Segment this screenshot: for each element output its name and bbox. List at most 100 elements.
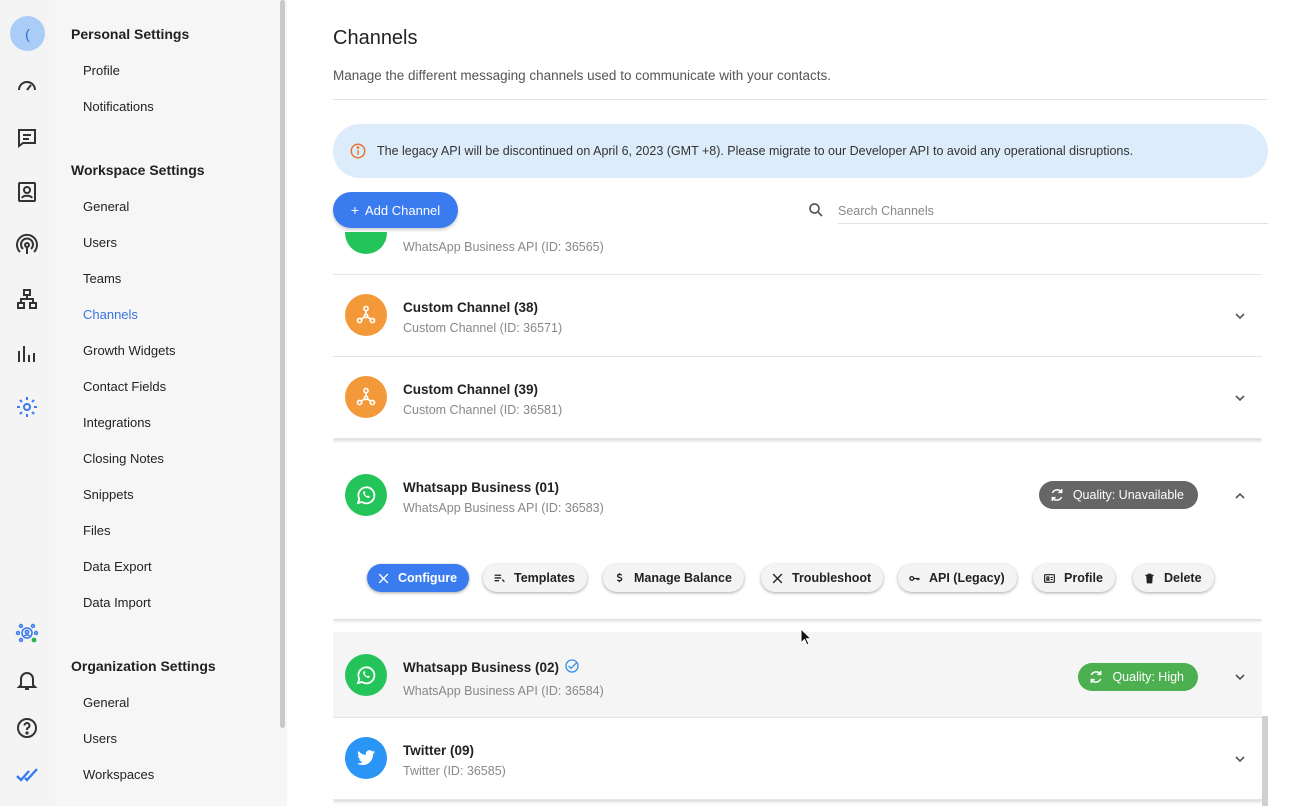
- reports-icon[interactable]: [12, 339, 42, 369]
- refresh-icon: [1091, 671, 1102, 683]
- delete-button[interactable]: Delete: [1133, 564, 1214, 592]
- workflow-icon[interactable]: [12, 284, 42, 314]
- nav-item-contact-fields[interactable]: Contact Fields: [83, 379, 166, 394]
- add-channel-button[interactable]: + Add Channel: [333, 192, 458, 228]
- dashboard-icon[interactable]: [12, 70, 42, 100]
- chat-icon[interactable]: [12, 123, 42, 153]
- plus-icon: +: [350, 202, 359, 218]
- nav-item-growth-widgets[interactable]: Growth Widgets: [83, 343, 175, 358]
- nav-item-profile[interactable]: Profile: [83, 63, 120, 78]
- nav-item-teams[interactable]: Teams: [83, 271, 121, 286]
- nav-item-files[interactable]: Files: [83, 523, 110, 538]
- channel-list: WhatsApp Business API (ID: 36565) Custom…: [333, 232, 1262, 806]
- personal-settings-title: Personal Settings: [71, 26, 190, 42]
- custom-channel-icon: [345, 376, 387, 418]
- search-bar: [805, 196, 1270, 224]
- channel-name: Custom Channel (38): [403, 300, 539, 315]
- channel-name: Whatsapp Business (02): [403, 660, 560, 675]
- search-input[interactable]: [838, 198, 1268, 224]
- configure-label: Configure: [398, 571, 458, 585]
- chevron-down-icon[interactable]: [1232, 308, 1248, 324]
- channel-name: Twitter (09): [403, 743, 475, 758]
- quality-label: Quality: Unavailable: [1072, 488, 1184, 502]
- manage-balance-label: Manage Balance: [634, 571, 732, 585]
- nav-item-org-general[interactable]: General: [83, 695, 129, 710]
- nav-scrollbar[interactable]: [280, 0, 285, 728]
- bell-icon[interactable]: [12, 665, 42, 695]
- channel-sub: WhatsApp Business API (ID: 36565): [403, 240, 604, 254]
- channel-row-custom-38[interactable]: Custom Channel (38) Custom Channel (ID: …: [333, 275, 1262, 357]
- channel-sub: WhatsApp Business API (ID: 36583): [403, 501, 604, 515]
- nav-item-snippets[interactable]: Snippets: [83, 487, 134, 502]
- delete-label: Delete: [1164, 571, 1202, 585]
- nav-item-org-users[interactable]: Users: [83, 731, 117, 746]
- channel-row-twitter-09[interactable]: Twitter (09) Twitter (ID: 36585): [333, 718, 1262, 800]
- api-legacy-label: API (Legacy): [929, 571, 1005, 585]
- help-icon[interactable]: [12, 713, 42, 743]
- nav-item-data-import[interactable]: Data Import: [83, 595, 151, 610]
- profile-label: Profile: [1064, 571, 1103, 585]
- contacts-icon[interactable]: [12, 177, 42, 207]
- verified-badge-icon: [565, 659, 579, 673]
- broadcast-icon[interactable]: [12, 230, 42, 260]
- quality-label: Quality: High: [1112, 670, 1184, 684]
- list-scrollbar[interactable]: [1262, 716, 1268, 806]
- channel-name: Custom Channel (39): [403, 382, 539, 397]
- chevron-down-icon[interactable]: [1232, 390, 1248, 406]
- nav-item-general[interactable]: General: [83, 199, 129, 214]
- page-subtitle: Manage the different messaging channels …: [333, 68, 832, 83]
- page-title: Channels: [333, 27, 418, 49]
- nav-item-users[interactable]: Users: [83, 235, 117, 250]
- header-divider: [333, 99, 1267, 100]
- chevron-up-icon[interactable]: [1232, 488, 1248, 504]
- avatar-initial: (: [25, 25, 30, 42]
- nav-item-closing-notes[interactable]: Closing Notes: [83, 451, 164, 466]
- organization-settings-title: Organization Settings: [71, 658, 216, 674]
- chevron-down-icon[interactable]: [1232, 751, 1248, 767]
- workspace-avatar-icon[interactable]: [12, 618, 42, 648]
- nav-item-integrations[interactable]: Integrations: [83, 415, 151, 430]
- channel-sub: Custom Channel (ID: 36581): [403, 403, 563, 417]
- main-content: Channels Manage the different messaging …: [287, 0, 1314, 806]
- troubleshoot-button[interactable]: Troubleshoot: [761, 564, 884, 592]
- brand-check-icon[interactable]: [12, 760, 42, 790]
- profile-button[interactable]: Profile: [1033, 564, 1115, 592]
- channel-row-custom-39[interactable]: Custom Channel (39) Custom Channel (ID: …: [333, 357, 1262, 439]
- configure-button[interactable]: Configure: [367, 564, 470, 592]
- troubleshoot-label: Troubleshoot: [792, 571, 872, 585]
- chevron-down-icon[interactable]: [1232, 669, 1248, 685]
- user-avatar[interactable]: (: [10, 16, 45, 51]
- channel-row-whatsapp-02[interactable]: Whatsapp Business (02) WhatsApp Business…: [333, 632, 1262, 718]
- manage-balance-button[interactable]: Manage Balance: [603, 564, 744, 592]
- banner-text: The legacy API will be discontinued on A…: [377, 144, 1134, 158]
- templates-button[interactable]: Templates: [483, 564, 587, 592]
- quality-badge: Quality: High: [1078, 663, 1198, 691]
- twitter-icon: [345, 737, 387, 779]
- whatsapp-icon: [345, 232, 387, 254]
- channel-row-whatsapp-partial[interactable]: WhatsApp Business API (ID: 36565): [333, 232, 1262, 275]
- templates-label: Templates: [514, 571, 575, 585]
- channel-row-whatsapp-01-expanded[interactable]: Whatsapp Business (01) WhatsApp Business…: [333, 454, 1262, 619]
- workspace-settings-title: Workspace Settings: [71, 162, 205, 178]
- nav-item-data-export[interactable]: Data Export: [83, 559, 152, 574]
- search-icon: [809, 203, 823, 217]
- channel-name: Whatsapp Business (01): [403, 480, 560, 495]
- info-icon: [350, 143, 366, 159]
- whatsapp-icon: [345, 474, 387, 516]
- api-legacy-button[interactable]: API (Legacy): [898, 564, 1017, 592]
- custom-channel-icon: [345, 294, 387, 336]
- nav-item-notifications[interactable]: Notifications: [83, 99, 154, 114]
- channel-actions: Configure Templates Manage Balance Troub…: [367, 564, 1227, 594]
- refresh-icon: [1051, 489, 1063, 501]
- settings-nav: Personal Settings Profile Notifications …: [55, 0, 287, 806]
- nav-item-channels[interactable]: Channels: [83, 307, 138, 322]
- add-channel-label: Add Channel: [365, 202, 441, 218]
- icon-rail: (: [0, 0, 55, 806]
- whatsapp-icon: [345, 654, 387, 696]
- settings-icon[interactable]: [12, 392, 42, 422]
- nav-item-workspaces[interactable]: Workspaces: [83, 767, 154, 782]
- quality-badge: Quality: Unavailable: [1038, 481, 1198, 509]
- channel-sub: Custom Channel (ID: 36571): [403, 321, 563, 335]
- legacy-api-banner: The legacy API will be discontinued on A…: [333, 124, 1268, 178]
- mouse-cursor-icon: [800, 628, 812, 646]
